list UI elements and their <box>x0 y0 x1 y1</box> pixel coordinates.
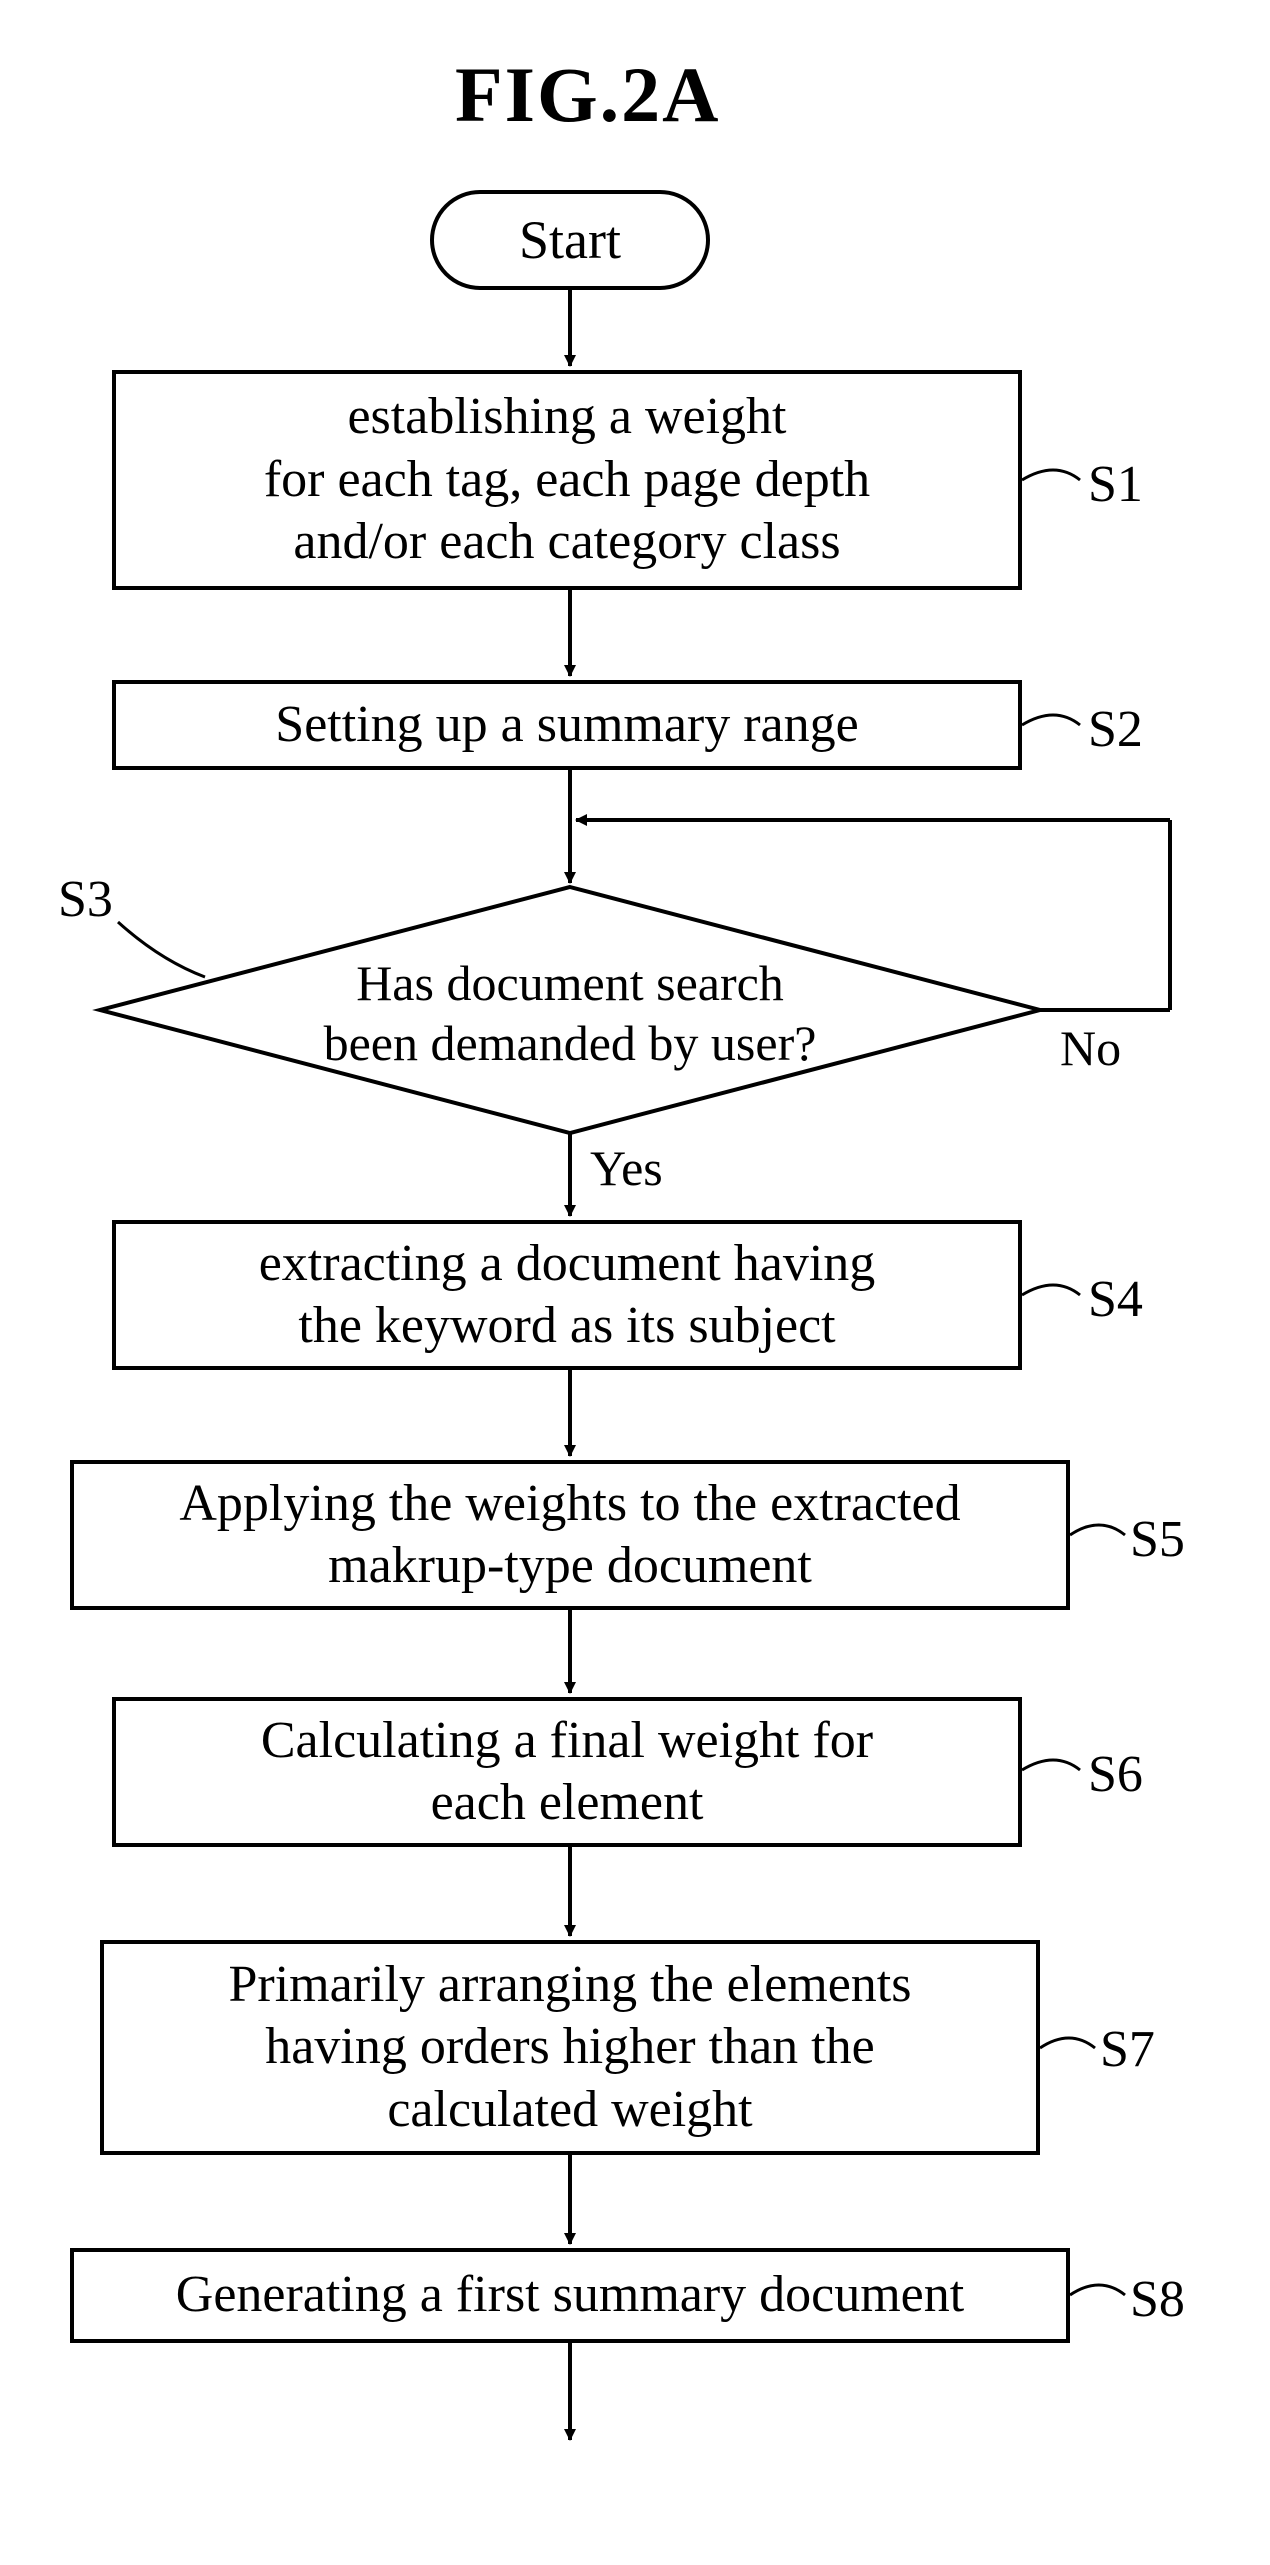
step-s8-text: Generating a first summary document <box>176 2264 964 2326</box>
figure-title: FIG.2A <box>455 50 721 140</box>
step-s1-text: establishing a weight for each tag, each… <box>264 386 870 573</box>
step-s1-label: S1 <box>1088 455 1143 514</box>
step-s7-text: Primarily arranging the elements having … <box>228 1954 911 2141</box>
step-s2-label: S2 <box>1088 700 1143 759</box>
svg-text:Has document search: Has document search <box>356 955 784 1011</box>
svg-text:Yes: Yes <box>590 1140 663 1196</box>
step-s1: establishing a weight for each tag, each… <box>112 370 1022 590</box>
flowchart-canvas: FIG.2A Start establishing a weight for e… <box>0 0 1270 2565</box>
step-s5: Applying the weights to the extracted ma… <box>70 1460 1070 1610</box>
start-label: Start <box>519 209 621 271</box>
step-s2: Setting up a summary range <box>112 680 1022 770</box>
step-s8-label: S8 <box>1130 2270 1185 2329</box>
step-s6-label: S6 <box>1088 1745 1143 1804</box>
svg-text:been demanded by user?: been demanded by user? <box>324 1015 817 1071</box>
step-s5-text: Applying the weights to the extracted ma… <box>179 1473 960 1598</box>
step-s6-text: Calculating a final weight for each elem… <box>261 1710 873 1835</box>
step-s5-label: S5 <box>1130 1510 1185 1569</box>
step-s4-label: S4 <box>1088 1270 1143 1329</box>
step-s4-text: extracting a document having the keyword… <box>259 1233 876 1358</box>
step-s6: Calculating a final weight for each elem… <box>112 1697 1022 1847</box>
step-s2-text: Setting up a summary range <box>275 694 858 756</box>
step-s7-label: S7 <box>1100 2020 1155 2079</box>
step-s4: extracting a document having the keyword… <box>112 1220 1022 1370</box>
start-terminator: Start <box>430 190 710 290</box>
step-s7: Primarily arranging the elements having … <box>100 1940 1040 2155</box>
svg-text:No: No <box>1060 1020 1121 1076</box>
step-s8: Generating a first summary document <box>70 2248 1070 2343</box>
step-s3-label: S3 <box>58 870 113 929</box>
